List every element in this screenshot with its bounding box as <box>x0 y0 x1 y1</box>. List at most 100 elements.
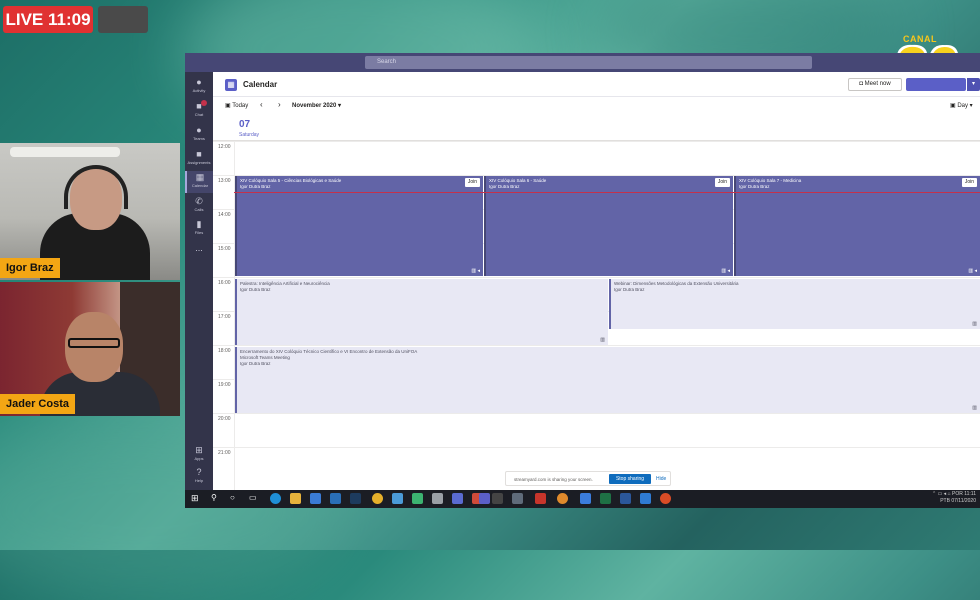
calendar-event[interactable]: XIV Colóquio Sala 5 - Ciências Biológica… <box>235 176 483 276</box>
calendar-event[interactable]: XIV Colóquio Sala 7 - Medicina Igor Dutr… <box>734 176 980 276</box>
app-icon[interactable] <box>640 493 651 504</box>
store-icon[interactable] <box>310 493 321 504</box>
windows-taskbar: ⊞ ⚲ ○ ▭ ⌃ ▭ ◂ ⌂ POR 11:11 PTB 07/11/2020 <box>185 490 980 508</box>
hour-label: 18:00 <box>218 348 231 354</box>
event-organizer: Igor Dutra Braz <box>240 287 271 292</box>
windows-start-icon[interactable]: ⊞ <box>191 493 202 504</box>
app-icon[interactable] <box>392 493 403 504</box>
more-apps-button[interactable]: ... <box>185 242 213 264</box>
meet-now-button[interactable]: ◘ Meet now <box>848 78 902 91</box>
rail-label: Calls <box>194 207 204 212</box>
day-grid: 12:00 13:00 14:00 15:00 16:00 17:00 18:0… <box>213 141 980 490</box>
join-button[interactable]: Join <box>464 178 480 187</box>
chevron-down-icon[interactable]: ▾ <box>967 78 980 91</box>
event-organizer: Igor Dutra Braz <box>240 361 271 366</box>
rail-item-help[interactable]: ? Help <box>185 466 213 488</box>
language-label: POR <box>951 491 963 497</box>
calendar-event[interactable]: Encerramento do XIV Colóquio Técnico Cie… <box>235 347 980 413</box>
hour-label: 17:00 <box>218 314 231 320</box>
rail-label: Apps <box>194 456 204 461</box>
edge-icon[interactable] <box>270 493 281 504</box>
participant-video-1: Igor Braz <box>0 143 180 280</box>
rail-item-calendar[interactable]: ▦ Calendar <box>185 171 213 193</box>
page-title: Calendar <box>243 80 278 89</box>
app-icon[interactable] <box>412 493 423 504</box>
headset-icon <box>64 165 128 209</box>
app-icon[interactable] <box>660 493 671 504</box>
meeting-icon: ▥ <box>972 405 977 411</box>
rail-item-assignments[interactable]: ■ Assignments <box>185 148 213 170</box>
word-icon[interactable] <box>620 493 631 504</box>
task-view-icon[interactable]: ▭ <box>249 493 260 504</box>
event-organizer: Igor Dutra Braz <box>240 184 271 189</box>
rail-item-teams[interactable]: ● Teams <box>185 124 213 146</box>
shared-screen: Search ● Activity ■ Chat ● Teams ■ Assig… <box>185 53 980 508</box>
meeting-icons: ▥ ◂ <box>721 268 730 274</box>
calendar-event[interactable]: XIV Colóquio Sala 6 - Saúde Igor Dutra B… <box>484 176 733 276</box>
view-switcher[interactable]: ▣ Day ▾ <box>950 102 973 109</box>
app-icon[interactable] <box>557 493 568 504</box>
rail-item-files[interactable]: ▮ Files <box>185 218 213 240</box>
chat-icon: ■ <box>196 101 202 111</box>
live-placeholder-box <box>98 6 148 33</box>
teams-taskbar-icon[interactable] <box>479 493 490 504</box>
rail-label: Help <box>194 478 204 483</box>
chrome-icon[interactable] <box>372 493 383 504</box>
hour-label: 13:00 <box>218 178 231 184</box>
new-meeting-button[interactable] <box>906 78 966 91</box>
notification-badge <box>201 100 207 106</box>
rail-item-activity[interactable]: ● Activity <box>185 76 213 98</box>
clock-date: 07/11/2020 <box>951 498 976 504</box>
system-tray[interactable]: ⌃ ▭ ◂ ⌂ POR 11:11 PTB 07/11/2020 <box>932 491 976 505</box>
today-button[interactable]: ▣ Today <box>225 102 248 109</box>
chevron-left-icon[interactable]: ‹ <box>260 100 263 109</box>
app-icon[interactable] <box>512 493 523 504</box>
calendar-event[interactable]: Webinar: Dimensões Metodológicas da Exte… <box>609 279 980 329</box>
excel-icon[interactable] <box>600 493 611 504</box>
today-label: Today <box>232 103 249 109</box>
rail-item-calls[interactable]: ✆ Calls <box>185 195 213 217</box>
rail-label: Chat <box>194 112 204 117</box>
join-button[interactable]: Join <box>714 178 730 187</box>
hour-label: 12:00 <box>218 144 231 150</box>
rail-item-chat[interactable]: ■ Chat <box>185 100 213 122</box>
rail-item-apps[interactable]: ⊞ Apps <box>185 444 213 466</box>
search-icon[interactable]: ⚲ <box>211 493 222 504</box>
meeting-icon: ▥ <box>600 337 605 343</box>
mail-icon[interactable] <box>330 493 341 504</box>
hide-button[interactable]: Hide <box>656 476 666 482</box>
app-icon[interactable] <box>535 493 546 504</box>
hour-label: 20:00 <box>218 416 231 422</box>
hour-label: 15:00 <box>218 246 231 252</box>
hour-label: 21:00 <box>218 450 231 456</box>
month-picker[interactable]: November 2020 ▾ <box>292 102 341 109</box>
more-icon: ... <box>195 243 203 253</box>
day-name: Saturday <box>239 132 260 138</box>
rail-label: Assignments <box>187 160 211 165</box>
month-label: November 2020 <box>292 103 337 109</box>
file-explorer-icon[interactable] <box>290 493 301 504</box>
rail-label: Activity <box>192 88 206 93</box>
app-icon[interactable] <box>580 493 591 504</box>
calendar-icon: ▦ <box>195 172 205 182</box>
cortana-icon[interactable]: ○ <box>230 493 241 504</box>
assignments-icon: ■ <box>196 149 202 159</box>
meeting-icons: ▥ ◂ <box>471 268 480 274</box>
teams-titlebar: Search <box>185 53 980 72</box>
calendar-navbar: ▣ Today ‹ › November 2020 ▾ ▣ Day ▾ <box>213 97 980 115</box>
search-input[interactable]: Search <box>365 56 812 69</box>
steam-icon[interactable] <box>350 493 361 504</box>
day-number: 07 <box>239 119 251 130</box>
app-icon[interactable] <box>432 493 443 504</box>
participant-video-2: Jader Costa <box>0 282 180 416</box>
hour-row: 20:00 <box>213 413 980 447</box>
calendar-event[interactable]: Palestra: Inteligência Artificial e Neur… <box>235 279 608 345</box>
participant-name-tag: Jader Costa <box>0 394 75 414</box>
keyboard-layout-label: PTB <box>940 498 950 504</box>
app-icon[interactable] <box>452 493 463 504</box>
join-button[interactable]: Join <box>961 178 977 187</box>
ceiling-lights <box>10 147 120 157</box>
stop-sharing-button[interactable]: Stop sharing <box>609 474 651 484</box>
chevron-right-icon[interactable]: › <box>278 100 281 109</box>
app-icon[interactable] <box>492 493 503 504</box>
